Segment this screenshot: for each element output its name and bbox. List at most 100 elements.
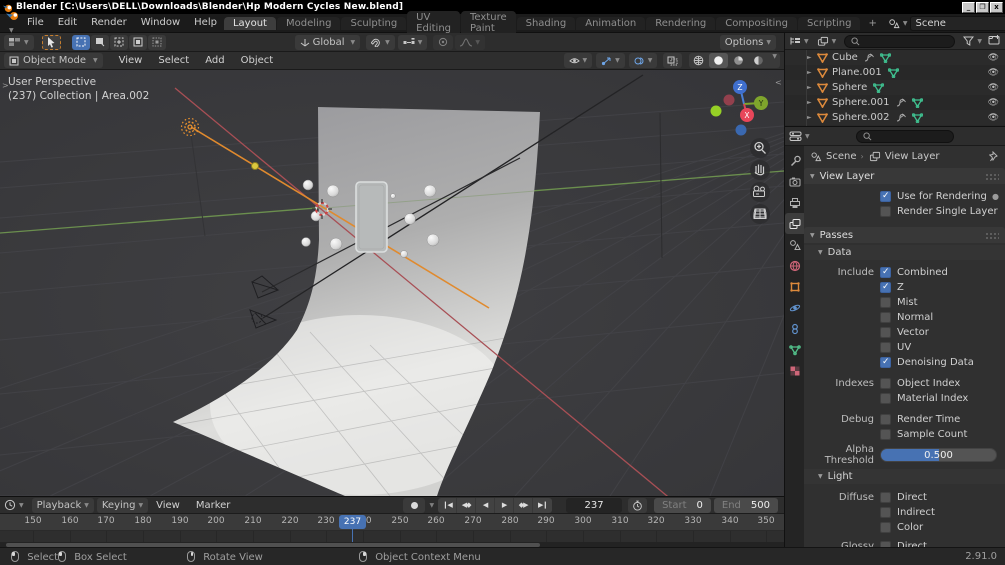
select-mode-tweak-button[interactable] xyxy=(71,34,90,50)
modifier-icon[interactable] xyxy=(896,98,907,108)
tab-constraints[interactable] xyxy=(785,318,804,339)
pass-mist-row[interactable]: Mist xyxy=(804,295,1005,310)
mode-selector[interactable]: Object Mode ▼ xyxy=(4,53,103,68)
tab-view-layer[interactable] xyxy=(785,213,804,234)
outliner-filter-button[interactable]: ▼ xyxy=(963,36,982,46)
light-keyframe-dot[interactable] xyxy=(251,162,259,170)
tab-uv-editing[interactable]: UV Editing xyxy=(407,11,460,35)
pass-normal-row[interactable]: Normal xyxy=(804,310,1005,325)
close-button[interactable]: x xyxy=(990,1,1003,13)
tab-modeling[interactable]: Modeling xyxy=(276,16,341,30)
render-single-layer-checkbox[interactable] xyxy=(880,206,891,217)
hide-eye-icon[interactable]: 👁 xyxy=(988,53,999,63)
pass-denoising-row[interactable]: Denoising Data xyxy=(804,355,1005,370)
play-reverse-button[interactable]: ◀ xyxy=(476,497,496,513)
scene-selector[interactable]: ▼ Scene ✕ xyxy=(888,15,1005,31)
debug-render-time-row[interactable]: Debug Render Time xyxy=(804,412,1005,427)
modifier-icon[interactable] xyxy=(896,113,907,123)
pass-combined-checkbox[interactable] xyxy=(880,267,891,278)
shading-wireframe-button[interactable] xyxy=(689,53,708,68)
prev-keyframe-button[interactable]: ◀◆ xyxy=(457,497,477,513)
panel-passes-header[interactable]: ▼ Passes xyxy=(804,227,1005,243)
snapping-toggle[interactable]: ▼ xyxy=(366,34,395,50)
keying-menu[interactable]: Keying ▼ xyxy=(96,497,149,513)
panel-view-layer-header[interactable]: ▼ View Layer xyxy=(804,168,1005,184)
outliner-display-mode-selector[interactable]: ▼ xyxy=(789,36,809,46)
select-mode-circle-button[interactable] xyxy=(109,34,128,50)
tab-animation[interactable]: Animation xyxy=(576,16,646,30)
active-tool-select-button[interactable] xyxy=(41,34,61,50)
new-collection-button[interactable] xyxy=(988,34,1001,48)
pass-vector-row[interactable]: Vector xyxy=(804,325,1005,340)
jump-to-start-button[interactable]: ❙◀ xyxy=(438,497,458,513)
outliner-filter-mode-selector[interactable]: ▼ xyxy=(817,36,836,47)
proportional-falloff-selector[interactable]: ▼ xyxy=(455,34,486,50)
pin-icon[interactable] xyxy=(989,150,999,162)
tab-texture[interactable] xyxy=(785,360,804,381)
hide-eye-icon[interactable]: 👁 xyxy=(988,83,999,93)
xray-toggle[interactable] xyxy=(663,53,683,68)
pass-uv-row[interactable]: UV xyxy=(804,340,1005,355)
frame-end-field[interactable]: End 500 xyxy=(713,497,778,513)
timeline-marker-menu[interactable]: Marker xyxy=(188,500,239,511)
playhead-line[interactable] xyxy=(352,531,353,542)
subpanel-data-header[interactable]: ▼ Data xyxy=(804,245,1005,260)
outliner-row-sphere[interactable]: ► Sphere 👁 xyxy=(785,80,1005,95)
subpanel-light-header[interactable]: ▼ Light xyxy=(804,469,1005,484)
properties-search-input[interactable] xyxy=(855,129,954,143)
pass-uv-checkbox[interactable] xyxy=(880,342,891,353)
panel-grip[interactable] xyxy=(985,231,999,239)
tab-object-data[interactable] xyxy=(785,339,804,360)
proportional-editing-toggle[interactable] xyxy=(433,34,454,50)
tab-physics[interactable] xyxy=(785,297,804,318)
shading-solid-button[interactable] xyxy=(709,53,729,68)
restore-button[interactable]: ❐ xyxy=(976,1,989,13)
mesh-data-icon[interactable] xyxy=(873,82,885,93)
tab-sculpting[interactable]: Sculpting xyxy=(341,16,407,30)
outliner-row-plane001[interactable]: ► Plane.001 👁 xyxy=(785,65,1005,80)
shading-rendered-button[interactable] xyxy=(749,53,768,68)
menu-add[interactable]: Add xyxy=(197,55,232,66)
outliner-row-sphere002[interactable]: ► Sphere.002 👁 xyxy=(785,110,1005,125)
select-mode-extend-button[interactable] xyxy=(147,34,166,50)
hide-eye-icon[interactable]: 👁 xyxy=(988,68,999,78)
tab-tool[interactable] xyxy=(785,150,804,171)
sidebar-collapse-icon[interactable]: < xyxy=(775,78,782,87)
visibility-filter-selector[interactable]: ▼ xyxy=(563,53,593,68)
object-index-checkbox[interactable] xyxy=(880,378,891,389)
material-index-checkbox[interactable] xyxy=(880,393,891,404)
jump-to-end-button[interactable]: ▶❙ xyxy=(533,498,552,513)
tab-rendering[interactable]: Rendering xyxy=(646,16,716,30)
outliner-row-cube[interactable]: ► Cube 👁 xyxy=(785,50,1005,65)
menu-render[interactable]: Render xyxy=(84,14,134,32)
menu-view[interactable]: View xyxy=(111,55,151,66)
tab-layout[interactable]: Layout xyxy=(223,16,276,30)
diffuse-indirect-row[interactable]: Indirect xyxy=(804,505,1005,520)
use-for-rendering-row[interactable]: Use for Rendering ● xyxy=(804,189,1005,204)
hide-eye-icon[interactable]: 👁 xyxy=(988,98,999,108)
outliner-search-input[interactable] xyxy=(844,34,956,48)
tab-scripting[interactable]: Scripting xyxy=(797,16,861,30)
overlays-toggle[interactable]: ▼ xyxy=(628,53,658,68)
menu-file[interactable]: File xyxy=(20,14,51,32)
mesh-data-icon[interactable] xyxy=(887,67,899,78)
pass-combined-row[interactable]: Include Combined xyxy=(804,265,1005,280)
phone-plane-object[interactable] xyxy=(355,181,388,253)
minimize-button[interactable]: _ xyxy=(962,1,975,13)
menu-window[interactable]: Window xyxy=(134,14,187,32)
alpha-threshold-slider[interactable]: 0.500 xyxy=(880,447,997,462)
panel-grip[interactable] xyxy=(985,172,999,180)
use-preview-range-button[interactable] xyxy=(628,497,648,513)
gizmos-toggle[interactable]: ▼ xyxy=(596,53,625,68)
tab-output[interactable] xyxy=(785,192,804,213)
playback-menu[interactable]: Playback ▼ xyxy=(31,497,94,513)
current-frame-badge[interactable]: 237 xyxy=(339,515,366,529)
options-button[interactable]: Options ▼ xyxy=(719,34,776,50)
tab-compositing[interactable]: Compositing xyxy=(716,16,797,30)
pass-mist-checkbox[interactable] xyxy=(880,297,891,308)
properties-editor-type-selector[interactable]: ▼ xyxy=(789,131,810,142)
tab-scene[interactable] xyxy=(785,234,804,255)
play-button[interactable]: ▶ xyxy=(495,497,515,513)
use-for-rendering-checkbox[interactable] xyxy=(880,191,891,202)
glossy-direct-row[interactable]: Glossy Direct xyxy=(804,539,1005,547)
